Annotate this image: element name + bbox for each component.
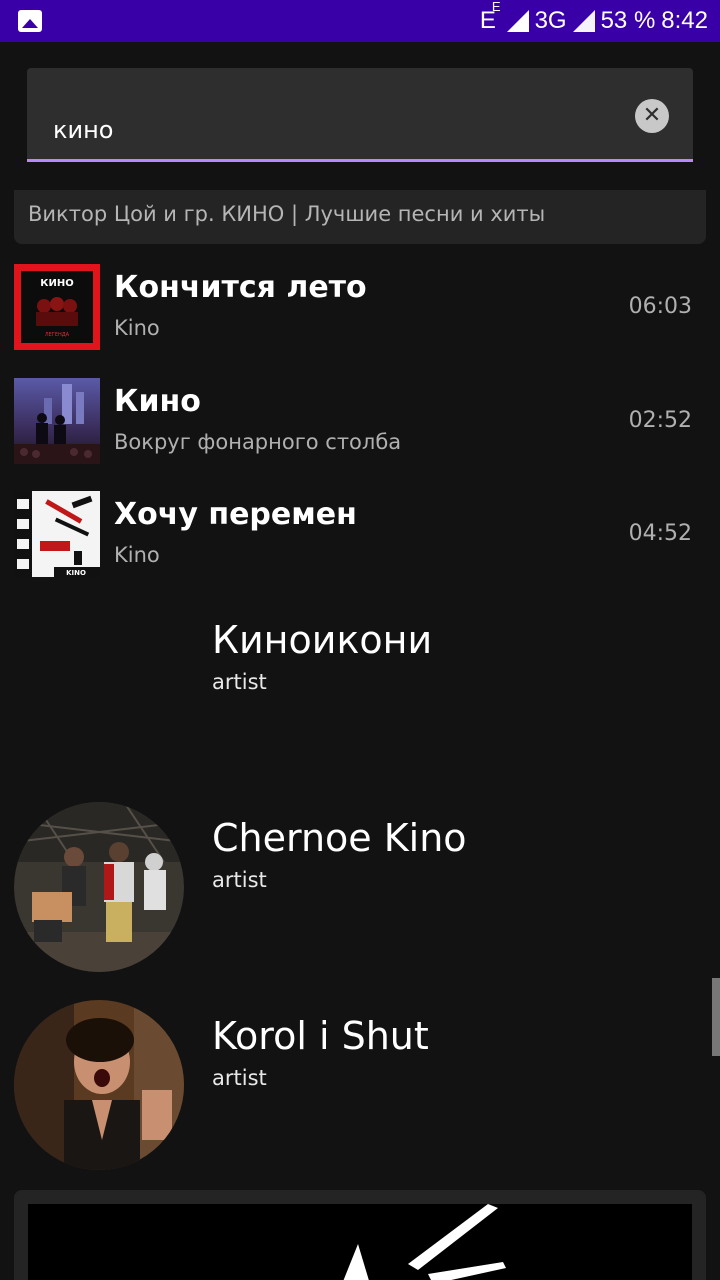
artist-avatar [14,802,184,972]
clear-search-button[interactable]: ✕ [635,99,669,133]
track-duration: 04:52 [628,521,692,546]
svg-text:КИНО: КИНО [40,278,73,289]
status-right: EE 3G 53 % 8:42 [479,0,708,35]
svg-text:ЛЕГЕНДА: ЛЕГЕНДА [45,332,70,338]
album-cover: KINO [14,491,100,577]
playlist-subtitle: Виктор Цой и гр. КИНО | Лучшие песни и х… [28,202,546,226]
track-duration: 06:03 [628,294,692,319]
status-left [18,10,42,32]
gallery-notification-icon [18,10,42,32]
track-artist: Kino [114,316,160,340]
search-bar[interactable]: кино ✕ [27,68,693,162]
artist-row[interactable]: Korol i Shut artist [0,1000,720,1172]
track-row[interactable]: KINO Хочу перемен Kino 04:52 [0,491,720,579]
track-title: Хочу перемен [114,497,357,532]
battery-level: 53 % [600,7,656,34]
search-input[interactable]: кино [53,116,113,144]
network-letter: EE [479,0,501,34]
track-artist: Вокруг фонарного столба [114,430,402,454]
signal-icon [506,10,529,32]
album-cover: КИНО ЛЕГЕНДА [14,264,100,350]
album-cover [14,378,100,464]
status-bar: EE 3G 53 % 8:42 [0,0,720,42]
track-row[interactable]: КИНО ЛЕГЕНДА Кончится лето Kino 06:03 [0,264,720,352]
artist-name: Korol i Shut [212,1014,429,1058]
artist-row[interactable]: Киноикони artist [0,604,720,776]
album-card[interactable] [14,1190,706,1280]
artist-avatar-empty [14,604,184,774]
network-small: E [491,0,501,14]
scrollbar-thumb[interactable] [712,978,720,1056]
track-row[interactable]: Кино Вокруг фонарного столба 02:52 [0,378,720,466]
artist-name: Киноикони [212,618,433,662]
artist-type: artist [212,1066,267,1090]
track-title: Кино [114,384,201,419]
track-title: Кончится лето [114,270,367,305]
artist-avatar [14,1000,184,1170]
artist-name: Chernoe Kino [212,816,467,860]
artist-type: artist [212,868,267,892]
album-card-image [28,1204,692,1280]
network-type: 3G [534,7,567,34]
artist-type: artist [212,670,267,694]
clock: 8:42 [661,7,708,34]
artist-row[interactable]: Chernoe Kino artist [0,802,720,974]
svg-text:KINO: KINO [66,569,86,577]
signal-icon-2 [572,10,595,32]
close-icon: ✕ [642,103,662,128]
track-artist: Kino [114,543,160,567]
track-duration: 02:52 [628,408,692,433]
playlist-card[interactable]: Виктор Цой и гр. КИНО | Лучшие песни и х… [14,190,706,244]
